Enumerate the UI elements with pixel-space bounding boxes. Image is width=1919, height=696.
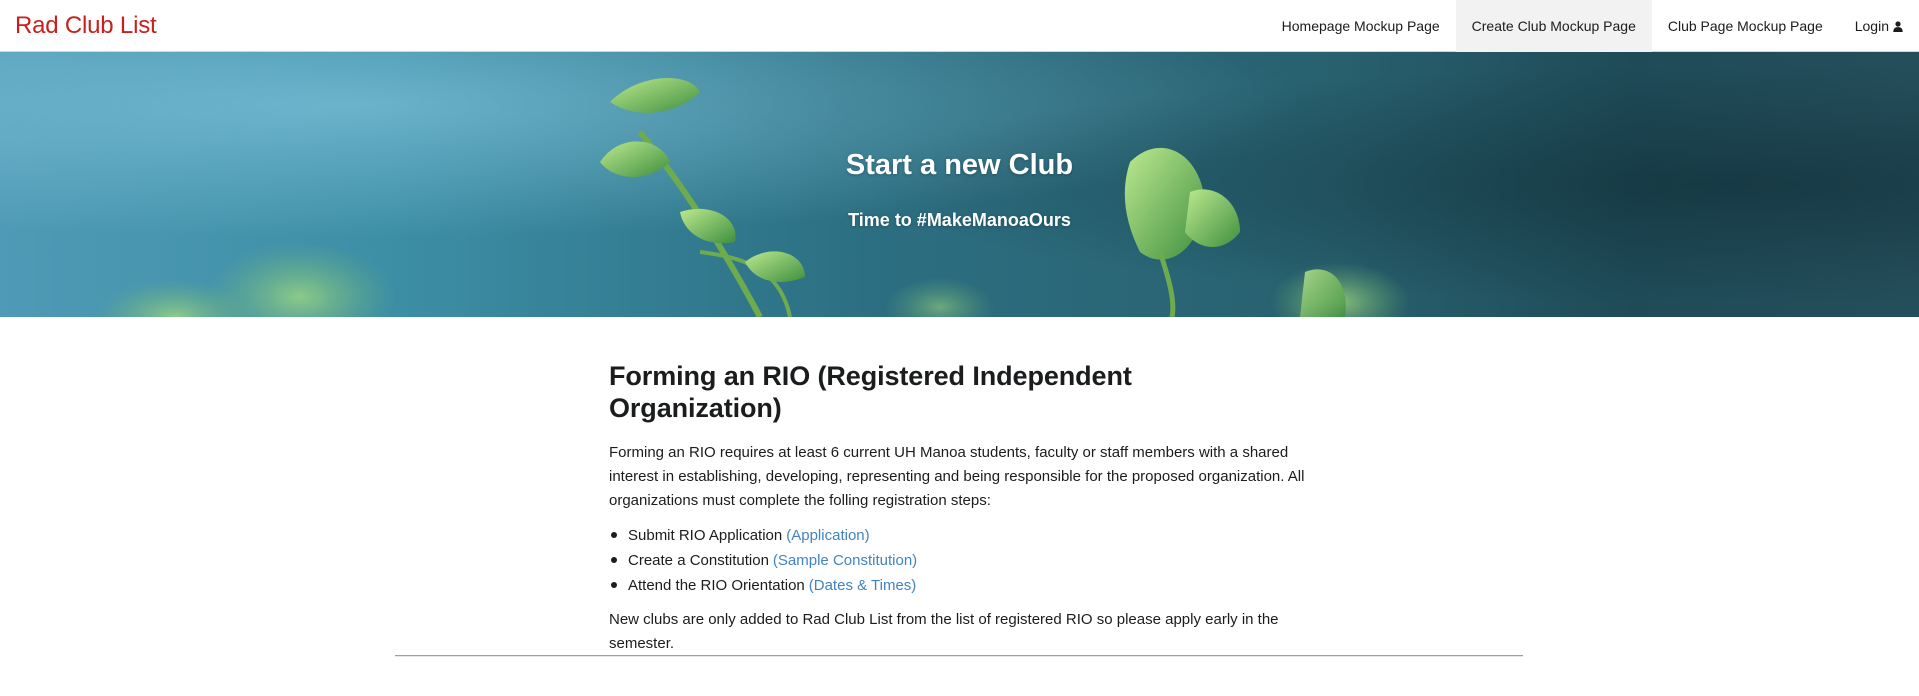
step-text: Attend the RIO Orientation (628, 576, 805, 594)
nav-login[interactable]: Login (1839, 0, 1919, 52)
login-label: Login (1854, 18, 1889, 34)
nav-homepage-mockup[interactable]: Homepage Mockup Page (1266, 0, 1456, 52)
dates-times-link[interactable]: (Dates & Times) (809, 573, 917, 598)
note-paragraph: New clubs are only added to Rad Club Lis… (609, 610, 1279, 652)
list-item: Attend the RIO Orientation (Dates & Time… (609, 573, 1309, 598)
bullet-icon (611, 582, 617, 589)
list-item: Submit RIO Application (Application) (609, 523, 1309, 548)
application-link[interactable]: (Application) (786, 523, 869, 548)
bullet-icon (611, 557, 617, 564)
registration-steps-list: Submit RIO Application (Application) Cre… (609, 523, 1309, 598)
top-menu: Rad Club List Homepage Mockup Page Creat… (0, 0, 1919, 52)
section-heading: Forming an RIO (Registered Independent O… (609, 361, 1132, 424)
hero-banner: Start a new Club Time to #MakeManoaOurs (0, 52, 1919, 317)
sample-constitution-link[interactable]: (Sample Constitution) (773, 548, 917, 573)
hero-subtitle: Time to #MakeManoaOurs (848, 210, 1071, 230)
brand-logo-link[interactable]: Rad Club List (15, 0, 157, 52)
intro-paragraph: Forming an RIO requires at least 6 curre… (609, 443, 1305, 509)
nav-menu: Homepage Mockup Page Create Club Mockup … (1266, 0, 1919, 52)
step-text: Submit RIO Application (628, 526, 783, 544)
nav-club-page-mockup[interactable]: Club Page Mockup Page (1652, 0, 1839, 52)
bullet-icon (611, 532, 617, 539)
step-text: Create a Constitution (628, 551, 769, 569)
divider (395, 655, 1523, 657)
plant-background-image (0, 52, 1919, 317)
nav-create-club-mockup[interactable]: Create Club Mockup Page (1455, 0, 1652, 52)
user-icon (1893, 20, 1903, 32)
rio-info-section: Forming an RIO (Registered Independent O… (609, 360, 1309, 666)
list-item: Create a Constitution (Sample Constituti… (609, 548, 1309, 573)
hero-title: Start a new Club (845, 149, 1074, 181)
